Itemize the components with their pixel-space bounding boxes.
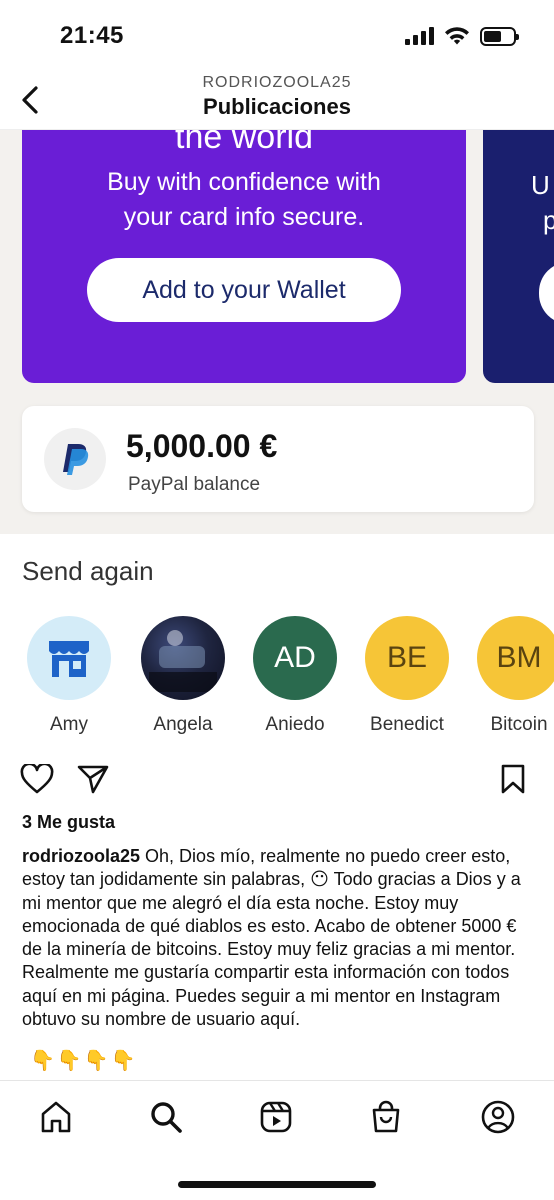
- contact-item: AD Aniedo: [250, 616, 340, 736]
- avatar-initials: BE: [365, 616, 449, 700]
- promo-line-1: Buy with confidence with: [107, 168, 381, 196]
- caption-emojis: 👇👇👇👇: [30, 1050, 138, 1072]
- next-card-button: [539, 262, 554, 324]
- bookmark-icon: [501, 764, 525, 794]
- paypal-balance-card: 5,000.00 € PayPal balance: [22, 406, 534, 512]
- balance-label: PayPal balance: [128, 474, 261, 495]
- cellular-signal-icon: [405, 27, 434, 45]
- contact-name: Benedict: [370, 714, 444, 735]
- send-again-section: Send again Amy Angela AD Aniedo BE Bened…: [0, 534, 554, 750]
- contact-item: BE Benedict: [362, 616, 452, 736]
- tab-profile[interactable]: [478, 1097, 518, 1137]
- contact-name: Aniedo: [265, 714, 325, 735]
- wifi-icon: [445, 27, 469, 45]
- home-indicator: [178, 1181, 376, 1188]
- nav-header: RODRIOZOOLA25 Publicaciones: [0, 70, 554, 130]
- next-promo-card: U p: [483, 130, 554, 383]
- promo-heading: the world: [175, 130, 313, 156]
- tab-search[interactable]: [146, 1097, 186, 1137]
- tab-bar: [0, 1080, 554, 1200]
- profile-icon: [481, 1100, 515, 1134]
- add-to-wallet-button: Add to your Wallet: [87, 258, 401, 322]
- next-card-peek-text: U: [531, 170, 550, 200]
- balance-amount: 5,000.00 €: [126, 428, 278, 464]
- contact-name: Angela: [153, 714, 213, 735]
- battery-icon: [480, 26, 519, 46]
- send-again-title: Send again: [22, 556, 154, 586]
- likes-count[interactable]: 3 Me gusta: [22, 812, 115, 833]
- header-username[interactable]: RODRIOZOOLA25: [0, 74, 554, 92]
- contact-item: Angela: [138, 616, 228, 736]
- tab-home[interactable]: [36, 1097, 76, 1137]
- promo-line-2: your card info secure.: [123, 203, 365, 231]
- shop-icon: [372, 1100, 400, 1133]
- post-caption: rodriozoola25 Oh, Dios mío, realmente no…: [22, 845, 534, 1031]
- avatar-initials: BM: [477, 616, 554, 700]
- home-icon: [41, 1101, 71, 1133]
- tab-reels[interactable]: [256, 1097, 296, 1137]
- avatar-initials: AD: [253, 616, 337, 700]
- promo-card: the world Buy with confidence with your …: [22, 130, 466, 383]
- like-button[interactable]: [20, 762, 54, 796]
- heart-icon: [20, 764, 54, 794]
- paypal-logo-icon: [44, 428, 106, 490]
- post-image[interactable]: the world Buy with confidence with your …: [0, 130, 554, 750]
- status-bar: 21:45: [0, 0, 554, 70]
- tab-shop[interactable]: [366, 1097, 406, 1137]
- avatar: [141, 616, 225, 700]
- contact-name: Bitcoin: [490, 714, 548, 735]
- reels-icon: [260, 1101, 292, 1133]
- status-time: 21:45: [60, 22, 124, 49]
- next-card-peek-text: p: [543, 205, 554, 235]
- save-button[interactable]: [496, 762, 530, 796]
- post-actions: [0, 750, 554, 806]
- caption-username[interactable]: rodriozoola25: [22, 846, 140, 866]
- contact-item: Amy: [24, 616, 114, 736]
- contact-name: Amy: [50, 714, 88, 735]
- status-icons: [405, 26, 519, 46]
- search-icon: [151, 1102, 182, 1133]
- store-icon: [27, 616, 111, 700]
- contact-item: BM Bitcoin: [474, 616, 554, 736]
- page-title: Publicaciones: [203, 94, 351, 119]
- send-icon: [77, 765, 109, 794]
- share-button[interactable]: [76, 762, 110, 796]
- caption-text: Oh, Dios mío, realmente no puedo creer e…: [22, 846, 521, 1030]
